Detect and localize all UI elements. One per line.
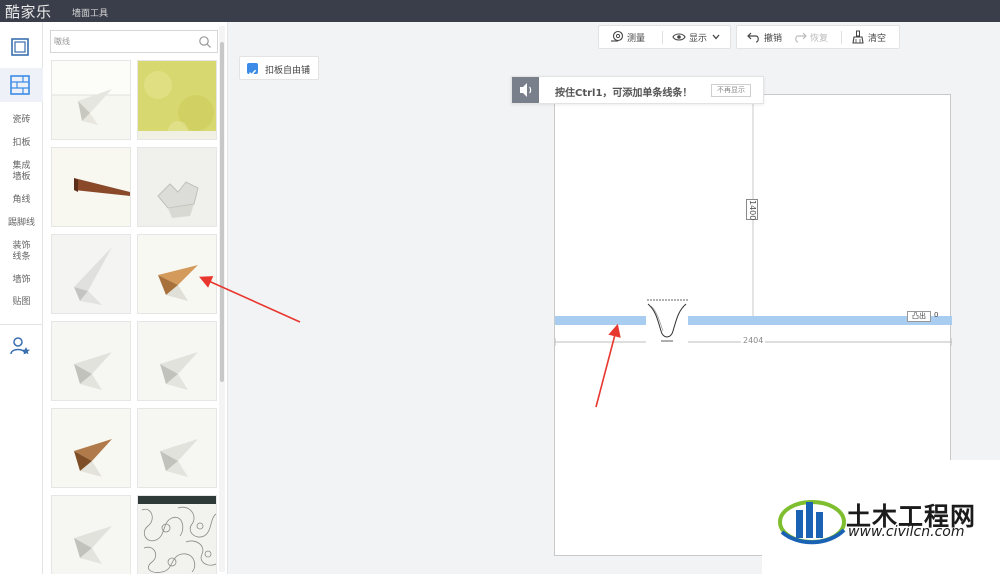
- app-subtitle: 墙面工具: [72, 9, 109, 19]
- protrusion-value[interactable]: 0: [934, 311, 938, 319]
- panel-scroll-thumb[interactable]: [220, 42, 224, 382]
- clear-button[interactable]: 清空: [851, 26, 886, 48]
- top-bar: 酷家乐 墙面工具: [0, 0, 1000, 22]
- watermark-url: www.civilcn.com: [848, 524, 965, 540]
- clear-label: 清空: [868, 33, 887, 44]
- redo-button[interactable]: 恢复: [793, 26, 828, 48]
- display-button[interactable]: 显示: [672, 26, 724, 48]
- material-thumb[interactable]: [137, 495, 217, 574]
- sidebar-item-wall-deco[interactable]: 墙饰: [0, 275, 43, 286]
- sidebar-item-decal[interactable]: 贴图: [0, 297, 43, 308]
- search-icon[interactable]: [198, 35, 212, 49]
- rail-divider: [0, 324, 43, 325]
- material-thumb[interactable]: [51, 495, 131, 574]
- app-logo: 酷家乐: [5, 3, 52, 21]
- undo-label: 撤销: [764, 33, 783, 44]
- undo-icon: [747, 32, 759, 43]
- tool-group-edit: 撤销 恢复 清空: [736, 25, 900, 49]
- trim-profile[interactable]: [646, 299, 688, 343]
- search-input[interactable]: [54, 33, 194, 50]
- left-rail: 瓷砖 扣板 集成 墙板 角线 踢脚线 装饰 线条 墙饰 贴图: [0, 22, 43, 574]
- sidebar-item-deco-line[interactable]: 装饰 线条: [0, 241, 43, 263]
- sidebar-item-skirting[interactable]: 踢脚线: [0, 218, 43, 229]
- tape-measure-icon: [611, 30, 624, 42]
- hint-text: 按住Ctrl1，可添加单条线条！: [555, 88, 693, 99]
- check-icon: [248, 69, 257, 76]
- ctrl-hint-toast: 按住Ctrl1，可添加单条线条！ 不再显示: [511, 76, 764, 104]
- material-thumb[interactable]: [137, 321, 217, 401]
- sidebar-item-corner-line[interactable]: 角线: [0, 195, 43, 206]
- trim-strip[interactable]: [555, 316, 952, 325]
- user-star-icon[interactable]: [9, 335, 31, 357]
- material-thumb[interactable]: [137, 147, 217, 227]
- material-thumb[interactable]: [51, 60, 131, 140]
- material-thumb[interactable]: [51, 321, 131, 401]
- free-lay-option[interactable]: 扣板自由铺: [239, 56, 319, 80]
- tool-group-view: 测量 显示: [598, 25, 731, 49]
- sidebar-item-tile[interactable]: 瓷砖: [0, 115, 43, 126]
- top-toolbar: 测量 显示 撤销 恢复 清空: [598, 25, 900, 49]
- civilcn-logo-icon: [778, 500, 846, 545]
- app-root: 酷家乐 墙面工具 瓷砖 扣板 集成 墙板 角线 踢脚线 装饰 线条 墙饰 贴图: [0, 0, 1000, 574]
- dont-show-again-button[interactable]: 不再显示: [711, 84, 751, 97]
- redo-icon: [795, 32, 807, 43]
- sidebar-item-panel[interactable]: 扣板: [0, 138, 43, 149]
- broom-icon: [852, 30, 864, 44]
- sidebar-item-integrated-wall[interactable]: 集成 墙板: [0, 161, 43, 183]
- material-panel: [43, 22, 228, 574]
- material-thumb[interactable]: [137, 60, 217, 140]
- toolbar-separator: [662, 31, 663, 44]
- frame-tool-icon[interactable]: [9, 36, 31, 58]
- material-thumb[interactable]: [137, 408, 217, 488]
- material-thumb[interactable]: [51, 408, 131, 488]
- toolbar-separator: [841, 31, 842, 44]
- width-dimension-label: 2404: [741, 336, 766, 345]
- wall-tool-icon[interactable]: [9, 74, 31, 96]
- measure-label: 测量: [627, 33, 646, 44]
- material-thumb[interactable]: [51, 234, 131, 314]
- free-lay-label: 扣板自由铺: [265, 66, 311, 76]
- free-lay-checkbox[interactable]: [247, 63, 258, 76]
- measure-button[interactable]: 测量: [610, 26, 645, 48]
- eye-icon: [672, 33, 686, 41]
- display-label: 显示: [689, 33, 708, 44]
- material-thumb-selected[interactable]: [137, 234, 217, 314]
- redo-label: 恢复: [810, 33, 829, 44]
- speaker-icon: [512, 77, 539, 103]
- chevron-down-icon: [712, 34, 720, 40]
- material-thumb[interactable]: [51, 147, 131, 227]
- height-dimension-label: 1400: [746, 199, 758, 221]
- undo-button[interactable]: 撤销: [747, 26, 782, 48]
- search-box[interactable]: [50, 30, 218, 53]
- protrusion-label: 凸出: [907, 311, 931, 322]
